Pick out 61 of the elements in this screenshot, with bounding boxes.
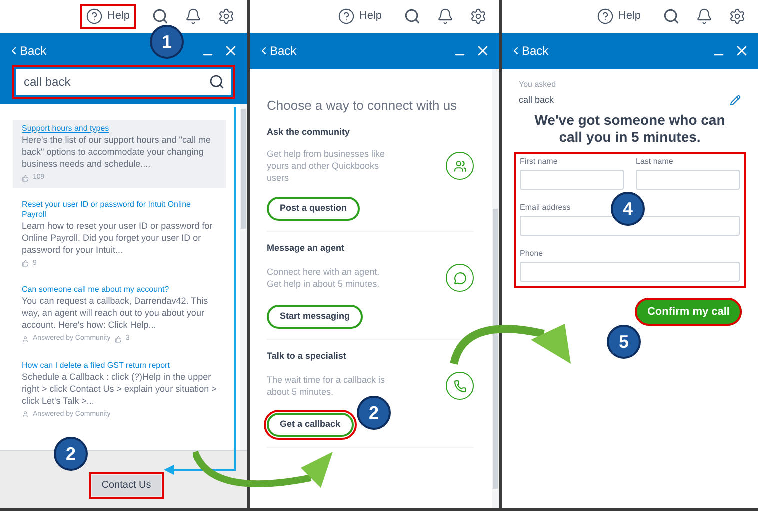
search-field[interactable]: call back: [16, 69, 231, 95]
result-snippet: You can request a callback, Darrendav42. This way, an agent will reach out to you about your account. Here's how: Click Help...: [22, 295, 210, 331]
option-button[interactable]: Post a question: [267, 197, 360, 220]
option-title: Talk to a specialist: [267, 350, 348, 363]
scrollbar[interactable]: [240, 104, 247, 450]
input-field[interactable]: [636, 170, 740, 190]
option-title: Ask the community: [267, 126, 352, 139]
confirm-button[interactable]: Confirm my call: [635, 298, 742, 326]
back-button[interactable]: Back: [510, 42, 549, 60]
bell-icon[interactable]: [185, 8, 202, 25]
option-description: The wait time for a callback is about 5 minutes.: [267, 374, 386, 398]
help-icon[interactable]: [597, 8, 614, 25]
person-icon: [22, 411, 29, 418]
field-label: First name: [520, 156, 558, 168]
field-label: Last name: [636, 156, 674, 168]
callback-heading: We've got someone who can call you in 5 minutes.: [534, 112, 726, 146]
option-button[interactable]: Start messaging: [267, 305, 364, 328]
help-link[interactable]: Help: [359, 8, 382, 25]
help-link[interactable]: Help: [618, 8, 641, 25]
chat-bubble-icon: [454, 272, 466, 284]
asked-label: You asked: [518, 79, 558, 91]
search-icon[interactable]: [404, 8, 421, 25]
settings-icon[interactable]: [470, 8, 487, 25]
search-icon[interactable]: [663, 8, 680, 25]
thumbs-up-icon: [22, 174, 29, 182]
search-icon[interactable]: [152, 8, 169, 25]
panel-heading: Choose a way to connect with us: [267, 97, 458, 115]
help-icon[interactable]: [338, 8, 356, 25]
asked-value: call back: [519, 94, 554, 107]
back-button[interactable]: Back: [8, 42, 47, 60]
result-snippet: Here's the list of our support hours and "call me back" options to accommodate your changing business needs and schedule....: [22, 134, 212, 170]
contact-us-button[interactable]: Contact Us: [92, 475, 162, 496]
input-field[interactable]: [520, 170, 624, 190]
result-snippet: Schedule a Callback : click (?)Help in the upper right > click Contact Us > explain your situation > click Let's Talk >...: [22, 370, 217, 406]
bell-icon[interactable]: [437, 8, 454, 25]
people-icon: [454, 160, 466, 172]
settings-icon[interactable]: [218, 8, 235, 25]
search-icon[interactable]: [209, 74, 225, 90]
help-link[interactable]: Help: [107, 8, 130, 25]
phone-icon: [454, 380, 466, 392]
input-field[interactable]: [520, 216, 740, 236]
result-title[interactable]: Reset your user ID or password for Intuit Online Payroll: [22, 200, 217, 220]
result-title[interactable]: Can someone call me about my account?: [22, 285, 217, 295]
pencil-icon[interactable]: [730, 95, 741, 106]
option-title: Message an agent: [267, 242, 346, 255]
input-field[interactable]: [520, 262, 740, 282]
person-icon: [22, 336, 29, 343]
field-label: Email address: [520, 202, 571, 214]
result-snippet: Learn how to reset your user ID or password for Online Payroll. Did you forget your user ID or password for your Intuit...: [22, 220, 214, 256]
help-icon[interactable]: [86, 8, 104, 25]
settings-icon[interactable]: [729, 8, 746, 25]
result-title[interactable]: How can I delete a filed GST return report: [22, 360, 217, 370]
bell-icon[interactable]: [696, 8, 713, 25]
result-title[interactable]: Support hours and types: [22, 124, 217, 134]
back-button[interactable]: Back: [258, 42, 297, 60]
thumbs-up-icon: [114, 336, 122, 343]
option-description: Connect here with an agent. Get help in about 5 minutes.: [267, 266, 381, 290]
scrollbar[interactable]: [492, 69, 499, 508]
option-description: Get help from businesses like yours and other Quickbooks users: [267, 148, 386, 184]
field-label: Phone: [520, 248, 544, 260]
thumbs-up-icon: [22, 260, 29, 268]
